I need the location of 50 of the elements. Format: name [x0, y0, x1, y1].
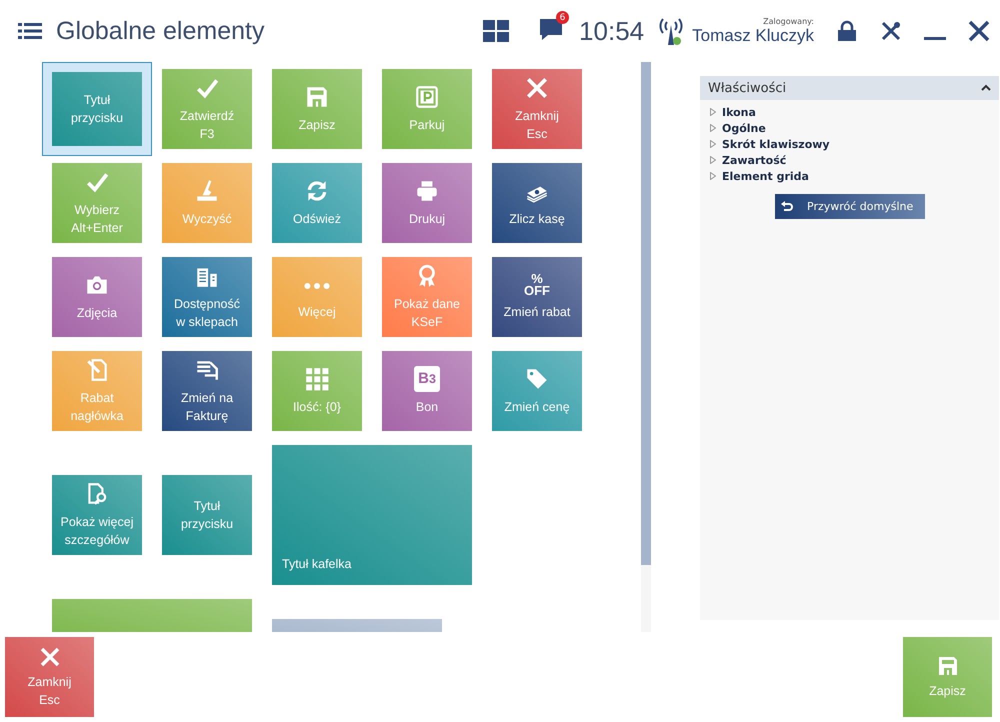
- clock: 10:54: [579, 16, 644, 46]
- tile-button[interactable]: Tytuł przycisku: [162, 475, 252, 555]
- tile-button[interactable]: Zlicz kasę: [492, 163, 582, 243]
- tile-button[interactable]: Zmień cenę: [492, 351, 582, 431]
- user-name: Tomasz Kluczyk: [692, 26, 814, 46]
- tile-button[interactable]: Tytuł przycisku: [42, 62, 152, 156]
- tile-button[interactable]: Zatwierdź F3: [162, 69, 252, 149]
- tile-button[interactable]: Więcej: [272, 257, 362, 337]
- tile-button[interactable]: Zdjęcia: [52, 257, 142, 337]
- keypad-icon: [304, 366, 330, 392]
- close-icon[interactable]: [968, 20, 990, 42]
- notification-badge: 6: [556, 11, 570, 24]
- tile-button[interactable]: Zmień na Fakturę: [162, 351, 252, 431]
- tools-icon[interactable]: [880, 20, 902, 42]
- close-button[interactable]: Zamknij Esc: [5, 637, 94, 717]
- lock-icon[interactable]: [836, 20, 858, 42]
- menu-icon[interactable]: [18, 21, 42, 41]
- tile-button[interactable]: Tytuł kafelka: [272, 445, 472, 585]
- percent-off-icon: % OFF: [524, 273, 550, 297]
- tiles-icon[interactable]: [483, 20, 510, 42]
- tile-button[interactable]: Zamknij Esc: [492, 69, 582, 149]
- login-label: Zalogowany:: [763, 16, 814, 26]
- tile-button[interactable]: Rabat nagłówka: [52, 351, 142, 431]
- tree-node[interactable]: Element grida: [710, 168, 999, 184]
- tile-button[interactable]: Pokaż dane KSeF: [382, 257, 472, 337]
- close-icon: [524, 75, 550, 101]
- tile-button[interactable]: Ilość: {0}: [272, 351, 362, 431]
- tree-node[interactable]: Ogólne: [710, 120, 999, 136]
- undo-icon: [781, 200, 793, 212]
- tile-button[interactable]: Wybierz Alt+Enter: [52, 163, 142, 243]
- tree-node[interactable]: Skrót klawiszowy: [710, 136, 999, 152]
- more-icon: [304, 283, 330, 289]
- tile-button[interactable]: Zapisz: [272, 69, 362, 149]
- tile-button[interactable]: Pokaż więcej szczegółów: [52, 475, 142, 555]
- tree-node[interactable]: Ikona: [710, 104, 999, 120]
- reset-button[interactable]: Przywróć domyślne: [775, 194, 925, 219]
- scrollbar[interactable]: [641, 62, 651, 632]
- panel-header[interactable]: Właściwości: [700, 76, 999, 100]
- tile-button[interactable]: Dostępność w sklepach: [162, 257, 252, 337]
- tile-button[interactable]: Wyczyść: [162, 163, 252, 243]
- tile-button[interactable]: % OFF Zmień rabat: [492, 257, 582, 337]
- tile-button[interactable]: Odśwież: [272, 163, 362, 243]
- parking-sign-icon: [414, 84, 440, 110]
- tree-node[interactable]: Zawartość: [710, 152, 999, 168]
- page-title: Globalne elementy: [56, 16, 266, 46]
- tile-button[interactable]: Drukuj: [382, 163, 472, 243]
- antenna-icon[interactable]: [658, 16, 684, 46]
- tile-button[interactable]: Parkuj: [382, 69, 472, 149]
- caret-up-icon[interactable]: [981, 84, 991, 92]
- save-button[interactable]: Zapisz: [903, 637, 992, 717]
